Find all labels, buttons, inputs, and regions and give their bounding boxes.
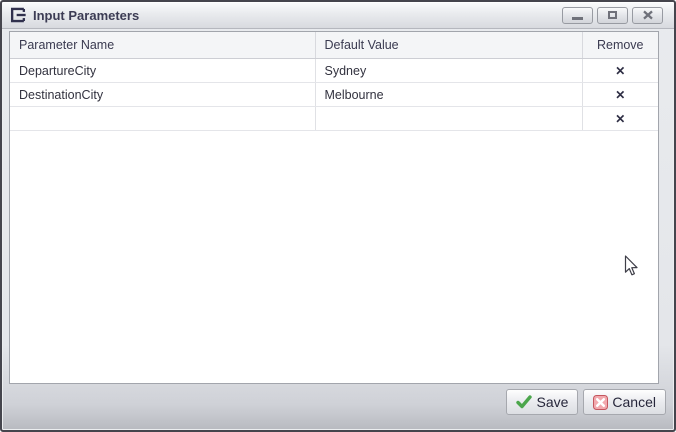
table-row: DepartureCity Sydney ✕ <box>10 59 658 83</box>
app-logo-icon <box>9 6 27 24</box>
column-header-remove: Remove <box>582 32 658 59</box>
column-header-parameter-name: Parameter Name <box>10 32 315 59</box>
maximize-button[interactable] <box>597 7 628 24</box>
close-icon <box>643 10 653 20</box>
parameters-table: Parameter Name Default Value Remove Depa… <box>10 32 658 131</box>
check-icon <box>516 395 532 409</box>
table-header-row: Parameter Name Default Value Remove <box>10 32 658 59</box>
title-bar[interactable]: Input Parameters <box>2 2 674 29</box>
maximize-icon <box>608 11 617 19</box>
table-row: ✕ <box>10 107 658 131</box>
cancel-button[interactable]: Cancel <box>583 389 666 415</box>
default-value-cell[interactable] <box>315 107 582 131</box>
remove-row-button[interactable]: ✕ <box>615 89 625 101</box>
parameter-name-cell[interactable]: DepartureCity <box>10 59 315 83</box>
column-header-default-value: Default Value <box>315 32 582 59</box>
remove-row-button[interactable]: ✕ <box>615 113 625 125</box>
cancel-button-label: Cancel <box>612 394 656 410</box>
table-row: DestinationCity Melbourne ✕ <box>10 83 658 107</box>
content-panel: Parameter Name Default Value Remove Depa… <box>9 31 659 384</box>
default-value-cell[interactable]: Melbourne <box>315 83 582 107</box>
parameter-name-cell[interactable] <box>10 107 315 131</box>
dialog-window: Input Parameters Parameter Name Default … <box>0 0 676 432</box>
window-title: Input Parameters <box>33 8 139 23</box>
save-button[interactable]: Save <box>506 389 578 415</box>
close-button[interactable] <box>632 7 663 24</box>
cancel-x-icon <box>593 395 608 410</box>
parameter-name-cell[interactable]: DestinationCity <box>10 83 315 107</box>
remove-row-button[interactable]: ✕ <box>615 65 625 77</box>
window-controls <box>562 7 663 24</box>
default-value-cell[interactable]: Sydney <box>315 59 582 83</box>
button-bar: Save Cancel <box>9 385 667 428</box>
minimize-icon <box>572 17 583 20</box>
save-button-label: Save <box>536 394 568 410</box>
minimize-button[interactable] <box>562 7 593 24</box>
